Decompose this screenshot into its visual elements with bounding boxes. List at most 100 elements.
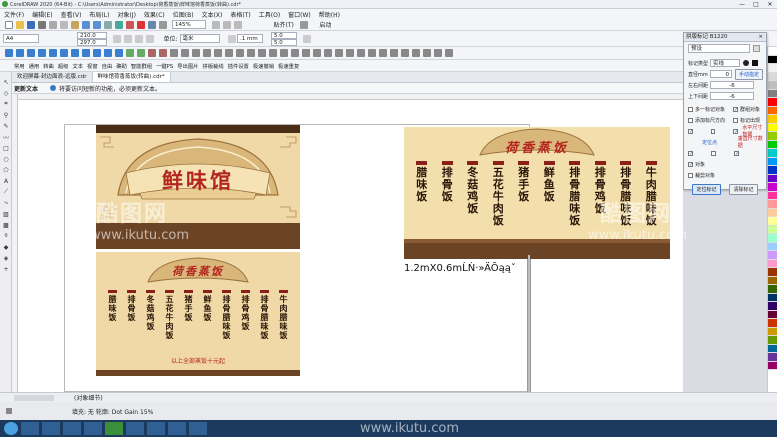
taskbar-app-7-icon[interactable]	[147, 422, 165, 435]
grid-cb-1[interactable]	[688, 128, 693, 134]
tb-item-plugin-settings[interactable]: 插件设置	[228, 62, 249, 70]
page-size-select[interactable]: A4	[3, 34, 39, 43]
plugin-icon-9[interactable]	[92, 49, 101, 57]
plugin-icon-23[interactable]	[246, 49, 255, 57]
plugin-icon-4[interactable]	[37, 49, 46, 57]
plugin-icon-6[interactable]	[59, 49, 68, 57]
save-icon[interactable]	[26, 20, 35, 29]
smart-fill-icon[interactable]: ◈	[1, 253, 11, 263]
plugin-icon-35[interactable]	[378, 49, 387, 57]
drawing-canvas[interactable]: 鲜味馆 荷香蒸饭 腊味饭排骨饭冬菇鸡饭五花牛肉饭猪手饭鲜鱼饭排骨腊味饭排骨鸡饭排…	[18, 100, 687, 392]
palette-swatch[interactable]	[768, 174, 777, 183]
palette-swatch[interactable]	[768, 268, 777, 277]
zoom-tool-icon[interactable]: ⚲	[1, 110, 11, 120]
lr-spacing-field[interactable]: -6	[710, 81, 754, 89]
plugin-icon-19[interactable]	[202, 49, 211, 57]
add-tool-icon[interactable]: +	[1, 264, 11, 274]
plugin-icon-14[interactable]	[147, 49, 156, 57]
artistic-media-icon[interactable]: 〰	[1, 132, 11, 142]
plugin-icon-2[interactable]	[15, 49, 24, 57]
page-height-field[interactable]: 297.0 mm	[77, 38, 107, 52]
options-icon[interactable]	[303, 34, 312, 43]
palette-swatch[interactable]	[768, 259, 777, 268]
export-icon[interactable]	[125, 20, 134, 29]
option-mark-appear-checkbox[interactable]	[733, 117, 738, 123]
snap-to-button[interactable]: 贴齐(T)	[274, 20, 294, 29]
palette-swatch[interactable]	[768, 81, 777, 90]
menu-effects[interactable]: 效果(C)	[140, 10, 169, 19]
plugin-icon-13[interactable]	[136, 49, 145, 57]
plugin-icon-25[interactable]	[268, 49, 277, 57]
plugin-icon-1[interactable]	[4, 49, 13, 57]
page-nav-icon[interactable]	[14, 394, 54, 401]
plugin-icon-39[interactable]	[422, 49, 431, 57]
tb-item-one-click-ps[interactable]: 一键PS	[156, 62, 173, 70]
bottom-object-checkbox[interactable]	[688, 161, 693, 167]
all-pages-icon[interactable]	[135, 34, 143, 43]
palette-swatch[interactable]	[768, 302, 777, 311]
plugin-icon-18[interactable]	[191, 49, 200, 57]
taskbar-app-4-icon[interactable]	[84, 422, 102, 435]
palette-swatch[interactable]	[768, 132, 777, 141]
maximize-button[interactable]: □	[749, 1, 763, 8]
freehand-tool-icon[interactable]: ✎	[1, 121, 11, 131]
docker-title-bar[interactable]: 拼版标记 B1220 ×	[684, 33, 766, 42]
tab-welcome[interactable]: 欢迎屏幕-封边面浪-远版.cdr	[12, 72, 93, 82]
undo-icon[interactable]	[81, 20, 90, 29]
fullscreen-icon[interactable]	[158, 20, 167, 29]
view-icon[interactable]	[234, 20, 242, 29]
palette-swatch[interactable]	[768, 285, 777, 294]
start-button-icon[interactable]	[4, 422, 18, 435]
eyedropper-tool-icon[interactable]: ⌽	[1, 231, 11, 241]
plugin-icon-15[interactable]	[158, 49, 167, 57]
new-icon[interactable]	[4, 20, 13, 29]
shape-tool-icon[interactable]: ◇	[1, 88, 11, 98]
taskbar-app-6-icon[interactable]	[126, 422, 144, 435]
text-tool-icon[interactable]: A	[1, 176, 11, 186]
launch-button[interactable]: 启动	[319, 20, 331, 29]
copy-icon[interactable]	[59, 20, 68, 29]
palette-swatch[interactable]	[768, 208, 777, 217]
grid-cb-4[interactable]	[688, 150, 693, 156]
nudge-field[interactable]: .1 mm	[237, 34, 264, 43]
menu-edit[interactable]: 编辑(E)	[28, 10, 56, 19]
option-extra-mark-checkbox[interactable]	[688, 106, 693, 112]
palette-swatch[interactable]	[768, 353, 777, 362]
plugin-icon-16[interactable]	[169, 49, 178, 57]
palette-swatch[interactable]	[768, 242, 777, 251]
palette-swatch[interactable]	[768, 64, 777, 73]
tb-item-export-image[interactable]: 导出图片	[177, 62, 198, 70]
option-ruler-dir-checkbox[interactable]	[688, 117, 693, 123]
palette-swatch[interactable]	[768, 157, 777, 166]
preset-select[interactable]: 预设	[688, 43, 750, 53]
tb-item-free[interactable]: 自由	[102, 62, 113, 70]
zoom-icon[interactable]	[223, 20, 231, 29]
plugin-icon-32[interactable]	[345, 49, 354, 57]
palette-swatch[interactable]	[768, 225, 777, 234]
manual-specify-button[interactable]: 手动指定	[735, 68, 764, 80]
docker-close-icon[interactable]: ×	[758, 33, 763, 42]
palette-swatch[interactable]	[768, 55, 777, 64]
plugin-icon-33[interactable]	[356, 49, 365, 57]
grid-cb-6[interactable]	[734, 150, 739, 156]
palette-swatch[interactable]	[768, 200, 777, 209]
plugin-icon-17[interactable]	[180, 49, 189, 57]
tb-item-fast-undo[interactable]: 极速撤销	[253, 62, 274, 70]
update-text-label[interactable]: 更新文本	[14, 84, 38, 93]
palette-swatch[interactable]	[768, 183, 777, 192]
guideline[interactable]	[528, 255, 530, 392]
open-icon[interactable]	[15, 20, 24, 29]
palette-swatch[interactable]	[768, 361, 777, 370]
shadow-tool-icon[interactable]: ▨	[1, 209, 11, 219]
plugin-icon-28[interactable]	[301, 49, 310, 57]
plugin-icon-24[interactable]	[257, 49, 266, 57]
grid-cb-2[interactable]	[711, 128, 716, 134]
ellipse-tool-icon[interactable]: ○	[1, 154, 11, 164]
import-icon[interactable]	[114, 20, 123, 29]
menu-window[interactable]: 窗口(W)	[284, 10, 315, 19]
plugin-icon-10[interactable]	[103, 49, 112, 57]
plugin-icon-34[interactable]	[367, 49, 376, 57]
menu-table[interactable]: 表格(T)	[226, 10, 254, 19]
menu-file[interactable]: 文件(F)	[0, 10, 28, 19]
menu-help[interactable]: 帮助(H)	[315, 10, 344, 19]
